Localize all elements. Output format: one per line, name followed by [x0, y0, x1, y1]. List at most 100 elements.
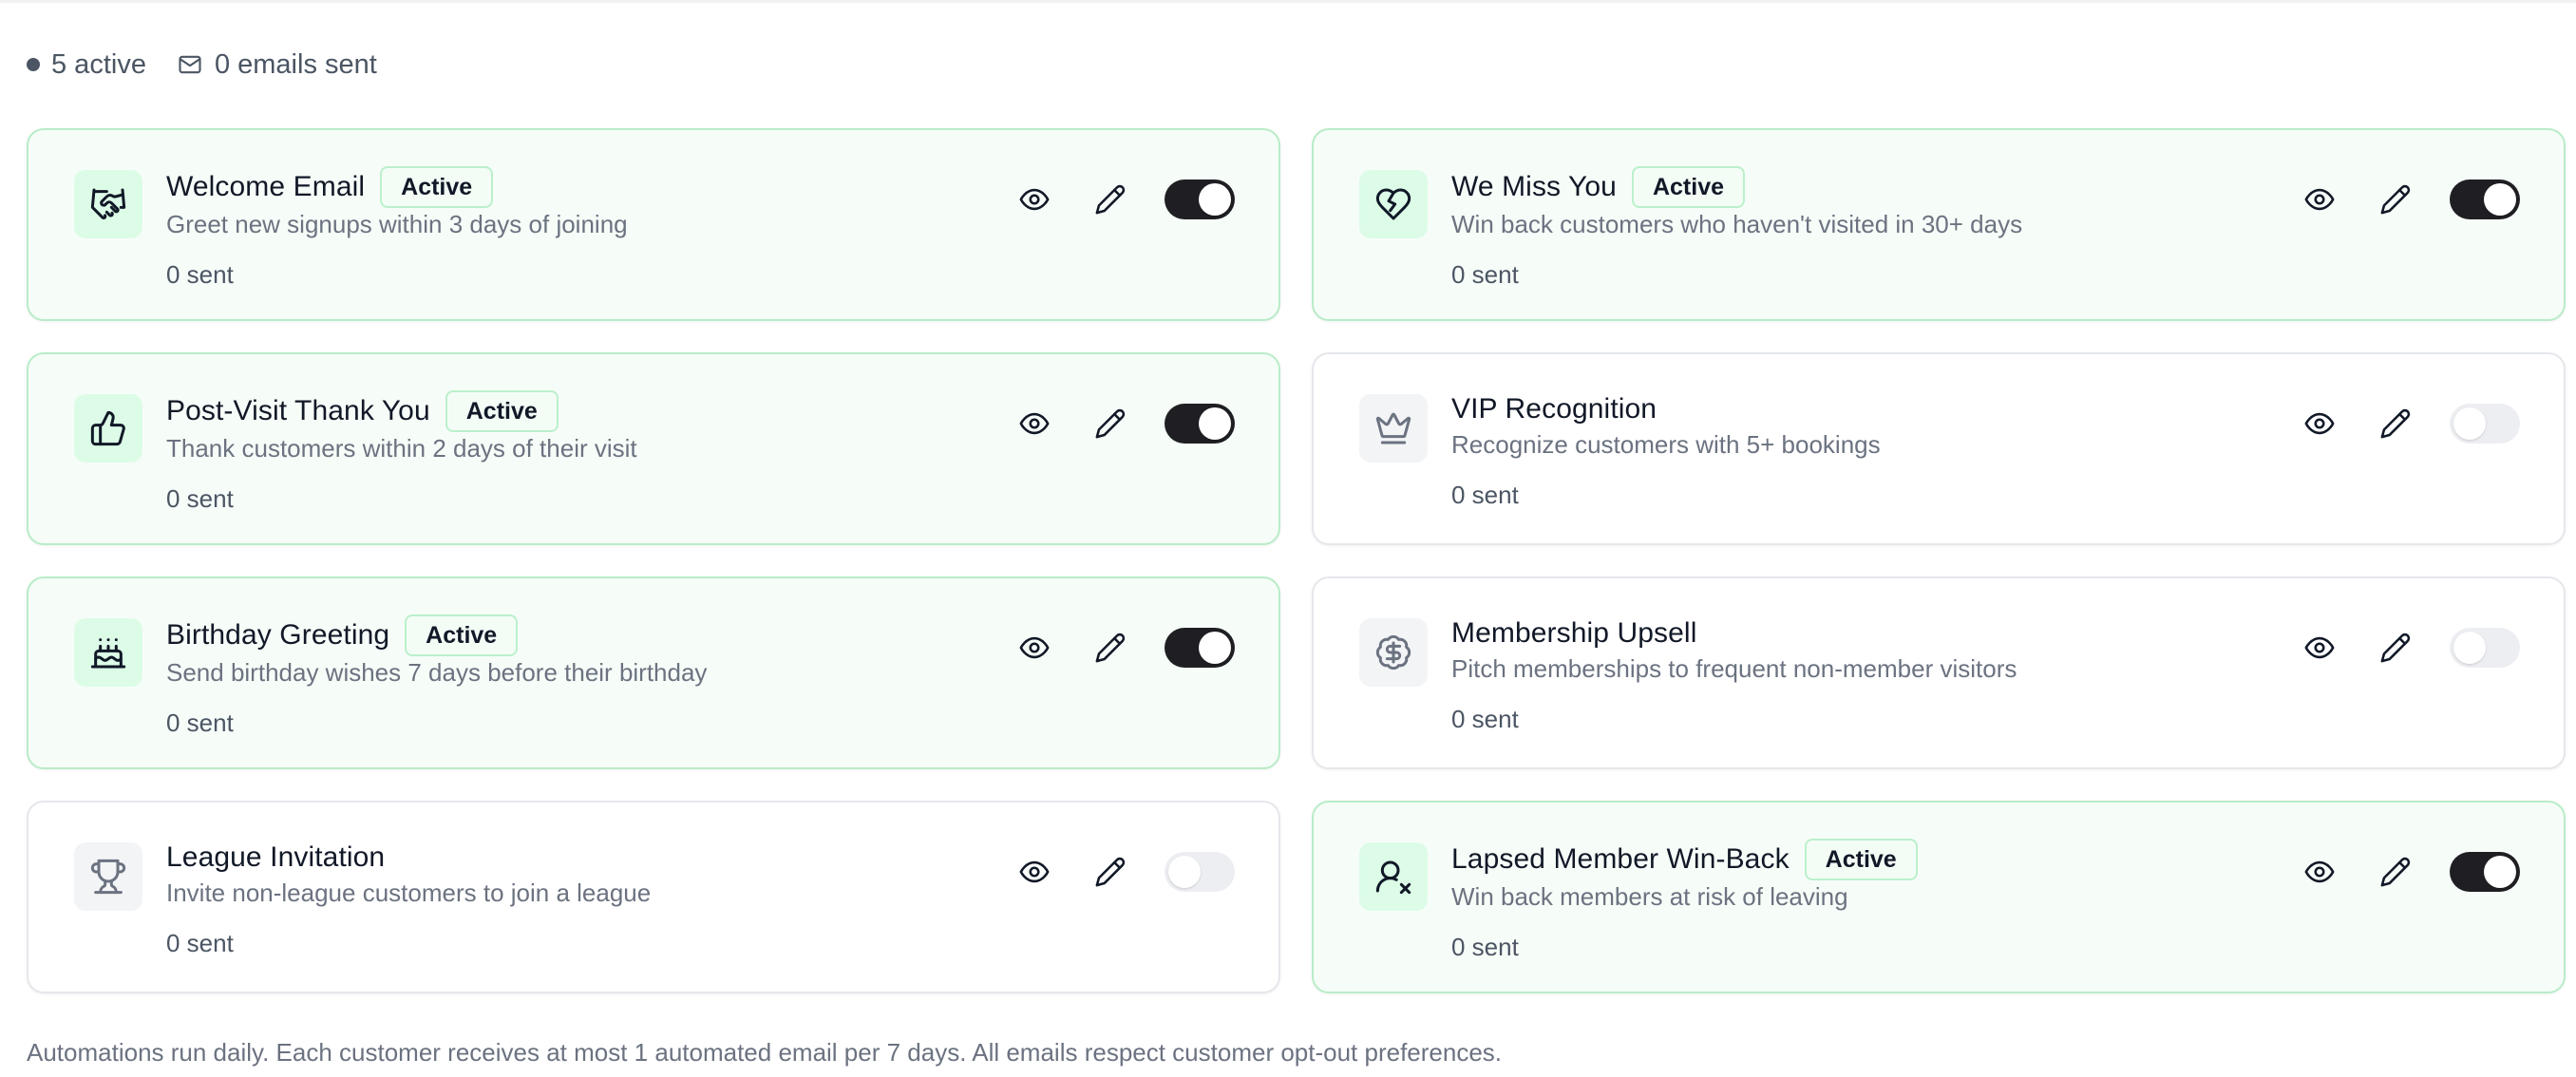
eye-icon — [1019, 412, 1050, 435]
edit-button[interactable] — [2374, 850, 2417, 894]
toggle-knob — [1199, 632, 1231, 664]
card-actions — [2298, 850, 2520, 894]
edit-button[interactable] — [1089, 402, 1132, 445]
sent-count: 0 sent — [166, 709, 234, 737]
mail-icon — [177, 51, 203, 78]
automation-card-league-invitation: League Invitation Invite non-league cust… — [27, 801, 1280, 993]
card-content: Lapsed Member Win-Back Active Win back m… — [1451, 839, 2260, 962]
toggle-knob — [2453, 632, 2486, 664]
card-content: VIP Recognition Recognize customers with… — [1451, 392, 2260, 510]
card-title-row: Membership Upsell — [1451, 616, 2260, 651]
card-title: Welcome Email — [166, 171, 366, 202]
automation-card-we-miss-you: We Miss You Active Win back customers wh… — [1312, 128, 2566, 321]
card-content: Membership Upsell Pitch memberships to f… — [1451, 616, 2260, 734]
emails-sent-label: 0 emails sent — [214, 48, 377, 80]
sent-count: 0 sent — [166, 484, 234, 513]
dollar-badge-icon — [1359, 618, 1428, 687]
sent-count: 0 sent — [1451, 933, 1519, 961]
edit-button[interactable] — [1089, 850, 1132, 894]
eye-icon — [1019, 860, 1050, 883]
preview-button[interactable] — [2298, 626, 2341, 670]
edit-button[interactable] — [1089, 178, 1132, 221]
enable-toggle[interactable] — [1165, 852, 1235, 892]
edit-button[interactable] — [2374, 626, 2417, 670]
card-description: Win back customers who haven't visited i… — [1451, 210, 2023, 238]
card-title-row: VIP Recognition — [1451, 392, 2260, 426]
status-badge: Active — [1631, 166, 1746, 208]
thumbs-up-icon — [74, 394, 142, 463]
eye-icon — [2304, 636, 2335, 659]
card-title: Lapsed Member Win-Back — [1451, 843, 1790, 875]
preview-button[interactable] — [1013, 402, 1056, 445]
card-actions — [1013, 850, 1235, 894]
automation-card-birthday-greeting: Birthday Greeting Active Send birthday w… — [27, 576, 1280, 769]
automation-card-post-visit-thank-you: Post-Visit Thank You Active Thank custom… — [27, 352, 1280, 545]
sent-count: 0 sent — [166, 260, 234, 289]
toggle-knob — [1199, 407, 1231, 440]
top-divider — [0, 0, 2576, 3]
card-actions — [1013, 626, 1235, 670]
cake-icon — [74, 618, 142, 687]
card-content: League Invitation Invite non-league cust… — [166, 841, 975, 958]
sent-count: 0 sent — [1451, 481, 1519, 509]
pencil-icon — [2380, 857, 2411, 887]
card-title: Post-Visit Thank You — [166, 395, 430, 426]
pencil-icon — [1095, 184, 1126, 215]
card-title: League Invitation — [166, 841, 386, 873]
user-x-icon — [1359, 842, 1428, 911]
enable-toggle[interactable] — [2450, 404, 2520, 444]
card-title: We Miss You — [1451, 171, 1617, 202]
sent-count: 0 sent — [1451, 260, 1519, 289]
enable-toggle[interactable] — [1165, 628, 1235, 668]
status-badge: Active — [405, 614, 519, 656]
preview-button[interactable] — [1013, 178, 1056, 221]
edit-button[interactable] — [2374, 178, 2417, 221]
active-count: 5 active — [27, 49, 146, 81]
edit-button[interactable] — [2374, 402, 2417, 445]
card-description: Greet new signups within 3 days of joini… — [166, 210, 628, 238]
automation-card-vip-recognition: VIP Recognition Recognize customers with… — [1312, 352, 2566, 545]
enable-toggle[interactable] — [2450, 180, 2520, 219]
status-badge: Active — [445, 390, 559, 432]
card-actions — [1013, 402, 1235, 445]
preview-button[interactable] — [2298, 850, 2341, 894]
enable-toggle[interactable] — [2450, 852, 2520, 892]
pencil-icon — [1095, 633, 1126, 663]
toggle-knob — [2484, 183, 2516, 216]
toggle-knob — [2453, 407, 2486, 440]
enable-toggle[interactable] — [2450, 628, 2520, 668]
enable-toggle[interactable] — [1165, 404, 1235, 444]
card-description: Recognize customers with 5+ bookings — [1451, 430, 1881, 459]
sent-count: 0 sent — [166, 929, 234, 957]
preview-button[interactable] — [2298, 402, 2341, 445]
card-title: Membership Upsell — [1451, 617, 1697, 649]
toggle-knob — [1199, 183, 1231, 216]
pencil-icon — [2380, 184, 2411, 215]
card-content: Birthday Greeting Active Send birthday w… — [166, 614, 975, 738]
emails-sent-count: 0 emails sent — [177, 49, 377, 81]
preview-button[interactable] — [1013, 626, 1056, 670]
card-actions — [2298, 402, 2520, 445]
card-description: Send birthday wishes 7 days before their… — [166, 658, 708, 687]
automation-summary: 5 active 0 emails sent — [27, 46, 377, 84]
heart-crack-icon — [1359, 170, 1428, 238]
eye-icon — [1019, 636, 1050, 659]
eye-icon — [2304, 860, 2335, 883]
edit-button[interactable] — [1089, 626, 1132, 670]
pencil-icon — [2380, 408, 2411, 439]
card-description: Win back members at risk of leaving — [1451, 882, 1848, 911]
enable-toggle[interactable] — [1165, 180, 1235, 219]
preview-button[interactable] — [2298, 178, 2341, 221]
automation-grid: Welcome Email Active Greet new signups w… — [27, 128, 2566, 993]
eye-icon — [1019, 188, 1050, 211]
card-actions — [2298, 626, 2520, 670]
card-title-row: Welcome Email Active — [166, 166, 975, 208]
card-description: Thank customers within 2 days of their v… — [166, 434, 637, 463]
preview-button[interactable] — [1013, 850, 1056, 894]
card-title: Birthday Greeting — [166, 619, 390, 651]
pencil-icon — [1095, 408, 1126, 439]
card-title-row: Birthday Greeting Active — [166, 614, 975, 656]
eye-icon — [2304, 412, 2335, 435]
card-content: We Miss You Active Win back customers wh… — [1451, 166, 2260, 290]
card-title: VIP Recognition — [1451, 393, 1657, 425]
